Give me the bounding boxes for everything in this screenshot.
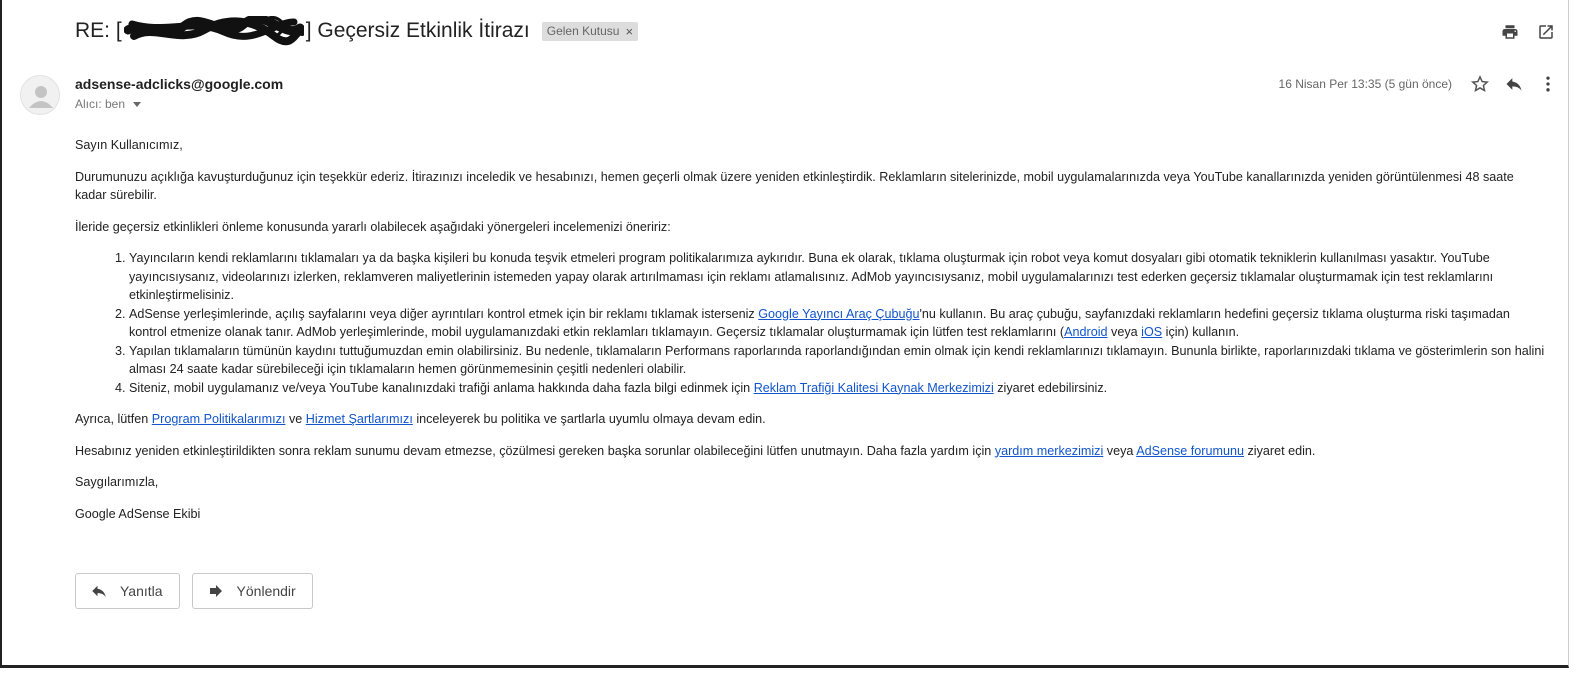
open-in-new-window-icon[interactable] <box>1536 22 1556 42</box>
forward-button-label: Yönlendir <box>236 583 296 599</box>
traffic-quality-link[interactable]: Reklam Trafiği Kalitesi Kaynak Merkezimi… <box>754 381 994 395</box>
list-item-text: AdSense yerleşimlerinde, açılış sayfalar… <box>129 306 759 321</box>
forward-button[interactable]: Yönlendir <box>191 573 313 609</box>
ios-link[interactable]: iOS <box>1141 325 1162 339</box>
paragraph-text: Hesabınız yeniden etkinleştirildikten so… <box>75 443 995 458</box>
paragraph-text: ziyaret edin. <box>1244 443 1316 458</box>
paragraph-2: İleride geçersiz etkinlikleri önleme kon… <box>75 219 671 234</box>
email-view: RE: [ ] Geçersiz Etkinlik İtirazı Gelen … <box>0 0 1569 668</box>
recipient-text: Alıcı: ben <box>75 97 126 111</box>
terms-of-service-link[interactable]: Hizmet Şartlarımızı <box>306 412 413 426</box>
list-item: Siteniz, mobil uygulamanız ve/veya YouTu… <box>129 379 1545 398</box>
list-item: Yapılan tıklamaların tümünün kaydını tut… <box>129 342 1545 379</box>
list-item-text: ziyaret edebilirsiniz. <box>993 380 1108 395</box>
program-policies-link[interactable]: Program Politikalarımızı <box>152 412 286 426</box>
reply-icon <box>90 582 108 600</box>
message-date: 16 Nisan Per 13:35 (5 gün önce) <box>1278 77 1452 91</box>
more-vertical-icon[interactable] <box>1538 74 1558 94</box>
paragraph-4: Hesabınız yeniden etkinleştirildikten so… <box>75 442 1545 461</box>
adsense-forum-link[interactable]: AdSense forumunu <box>1136 444 1244 458</box>
forward-icon <box>207 582 225 600</box>
android-link[interactable]: Android <box>1064 325 1107 339</box>
greeting: Sayın Kullanıcımız, <box>75 138 183 152</box>
remove-label-icon[interactable]: × <box>625 24 633 39</box>
subject-suffix: ] Geçersiz Etkinlik İtirazı <box>305 19 530 42</box>
reply-button[interactable]: Yanıtla <box>75 573 180 609</box>
reply-actions: Yanıtla Yönlendir <box>75 573 313 609</box>
paragraph-1: Durumunuzu açıklığa kavuşturduğunuz için… <box>75 169 1514 203</box>
star-icon[interactable] <box>1470 74 1490 94</box>
recipient-line[interactable]: Alıcı: ben <box>75 97 142 111</box>
list-item-text: Siteniz, mobil uygulamanız ve/veya YouTu… <box>129 380 754 395</box>
closing: Saygılarımızla, <box>75 475 159 489</box>
list-item: Yayıncıların kendi reklamlarını tıklamal… <box>129 249 1545 305</box>
inbox-label[interactable]: Gelen Kutusu × <box>541 21 639 41</box>
list-item: AdSense yerleşimlerinde, açılış sayfalar… <box>129 305 1545 342</box>
paragraph-text: veya <box>1103 443 1137 458</box>
inbox-label-text: Gelen Kutusu <box>546 24 620 38</box>
help-center-link[interactable]: yardım merkezimizi <box>995 444 1103 458</box>
list-item-text: veya <box>1107 325 1142 339</box>
paragraph-text: Ayrıca, lütfen <box>75 412 152 426</box>
redaction-scribble <box>123 16 304 46</box>
paragraph-text: ve <box>285 412 306 426</box>
reply-button-label: Yanıtla <box>120 583 163 599</box>
sender-email[interactable]: adsense-adclicks@google.com <box>75 76 283 92</box>
chevron-down-icon[interactable] <box>133 101 142 107</box>
subject-prefix: RE: [ <box>75 19 122 42</box>
subject-row: RE: [ ] Geçersiz Etkinlik İtirazı Gelen … <box>75 16 639 46</box>
publisher-toolbar-link[interactable]: Google Yayıncı Araç Çubuğu <box>758 307 919 321</box>
reply-icon[interactable] <box>1504 74 1524 94</box>
signature: Google AdSense Ekibi <box>75 506 201 521</box>
message-body: Sayın Kullanıcımız, Durumunuzu açıklığa … <box>75 136 1545 536</box>
paragraph-text: inceleyerek bu politika ve şartlarla uyu… <box>412 412 766 426</box>
email-subject: RE: [ ] Geçersiz Etkinlik İtirazı <box>75 16 530 46</box>
message-meta: 16 Nisan Per 13:35 (5 gün önce) <box>1279 74 1558 94</box>
print-icon[interactable] <box>1500 22 1520 42</box>
guidelines-list: Yayıncıların kendi reklamlarını tıklamal… <box>129 249 1545 397</box>
top-toolbar <box>1500 22 1556 42</box>
person-avatar-icon[interactable] <box>20 75 60 115</box>
list-item-text: için) kullanın. <box>1162 325 1240 339</box>
paragraph-3: Ayrıca, lütfen Program Politikalarımızı … <box>75 410 1545 429</box>
